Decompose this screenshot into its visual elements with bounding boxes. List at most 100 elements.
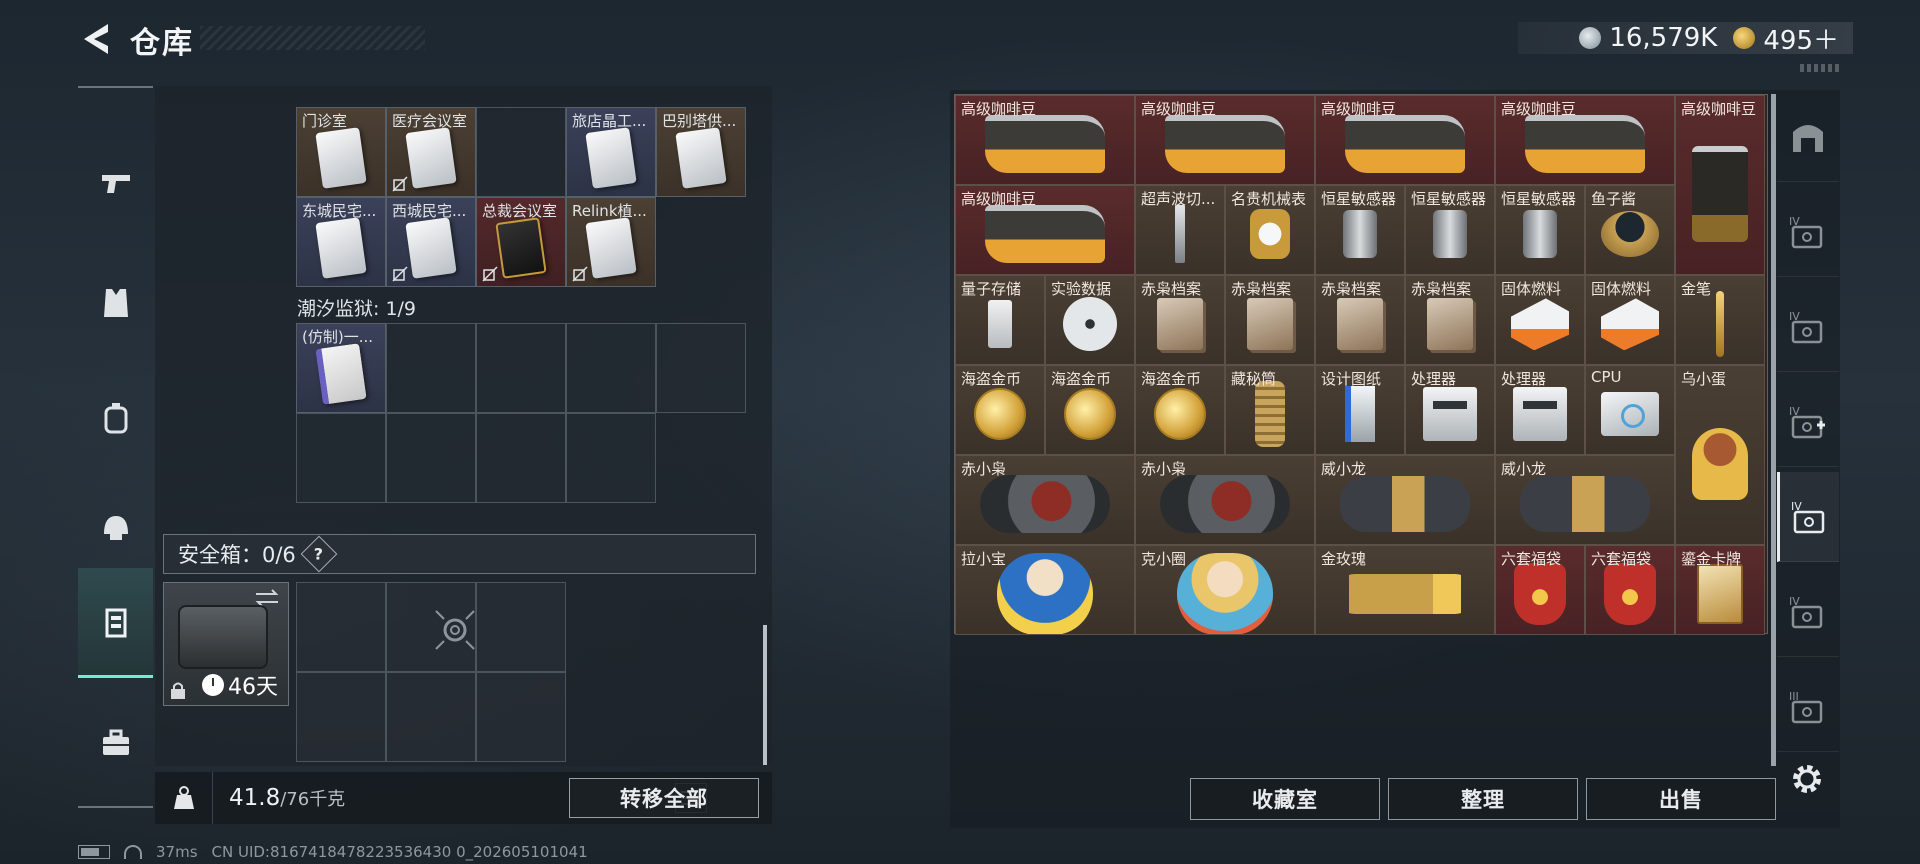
container-item[interactable]: 高级咖啡豆: [955, 95, 1135, 185]
empty-slot[interactable]: [566, 413, 656, 503]
container-scrollbar[interactable]: [1771, 94, 1776, 766]
container-tab[interactable]: IV: [1777, 187, 1839, 277]
container-item[interactable]: 六套福袋: [1585, 545, 1675, 635]
pistol-icon: [101, 175, 130, 193]
container-item[interactable]: 赤小枭: [1135, 455, 1315, 545]
chip-item-icon: [1601, 392, 1659, 437]
container-item[interactable]: 威小龙: [1315, 455, 1495, 545]
empty-slot[interactable]: [476, 413, 566, 503]
sidebar-item-safebox[interactable]: [78, 568, 153, 678]
keycard-slot[interactable]: 总裁会议室: [476, 197, 566, 287]
keycard-slot[interactable]: 巴别塔供...: [656, 107, 746, 197]
container-item[interactable]: CPU: [1585, 365, 1675, 455]
safebox-slot[interactable]: [476, 582, 566, 672]
item-label: 金笔: [1681, 280, 1712, 298]
empty-slot[interactable]: [386, 323, 476, 413]
container-item[interactable]: 赤枭档案: [1135, 275, 1225, 365]
container-item[interactable]: 恒星敏感器: [1315, 185, 1405, 275]
container-item[interactable]: 量子存储: [955, 275, 1045, 365]
container-item[interactable]: 海盗金币: [1135, 365, 1225, 455]
empty-slot[interactable]: [296, 413, 386, 503]
safebox-slot[interactable]: [476, 672, 566, 762]
prison-keycard-slot[interactable]: (仿制)一...: [296, 323, 386, 413]
container-item[interactable]: 高级咖啡豆: [1675, 95, 1765, 275]
sort-button[interactable]: 整理: [1388, 778, 1578, 820]
container-item[interactable]: 克小圈: [1135, 545, 1315, 635]
sidebar-item-armor[interactable]: [78, 248, 153, 358]
container-item[interactable]: 高级咖啡豆: [955, 185, 1135, 275]
container-item[interactable]: 海盗金币: [1045, 365, 1135, 455]
container-item[interactable]: 超声波切...: [1135, 185, 1225, 275]
container-item[interactable]: 乌小蛋: [1675, 365, 1765, 545]
container-item[interactable]: 鎏金卡牌: [1675, 545, 1765, 635]
keycard-slot[interactable]: 旅店晶工...: [566, 107, 656, 197]
pen-item-icon: [1716, 291, 1724, 358]
container-item[interactable]: 赤枭档案: [1405, 275, 1495, 365]
container-item[interactable]: 固体燃料: [1585, 275, 1675, 365]
container-item[interactable]: 拉小宝: [955, 545, 1135, 635]
rose-item-icon: [1335, 574, 1475, 615]
container-item-grid[interactable]: 高级咖啡豆 高级咖啡豆 高级咖啡豆 高级咖啡豆 高级咖啡豆 高级咖啡豆 超声波切... 名贵机…: [954, 94, 1768, 635]
safebox-case-slot[interactable]: 46天: [163, 582, 289, 706]
collection-room-button[interactable]: 收藏室: [1190, 778, 1380, 820]
keycard-slot[interactable]: 门诊室: [296, 107, 386, 197]
empty-slot[interactable]: [566, 323, 656, 413]
container-item[interactable]: 实验数据: [1045, 275, 1135, 365]
container-item[interactable]: 固体燃料: [1495, 275, 1585, 365]
sidebar-item-toolbox[interactable]: [78, 688, 153, 798]
keycard-slot[interactable]: 东城民宅...: [296, 197, 386, 287]
container-tab[interactable]: IV: [1777, 377, 1839, 467]
help-button[interactable]: ?: [300, 535, 338, 573]
container-item[interactable]: 赤枭档案: [1315, 275, 1405, 365]
safebox-slot[interactable]: [386, 672, 476, 762]
container-item[interactable]: 高级咖啡豆: [1495, 95, 1675, 185]
gold-currency[interactable]: 495＋: [1733, 20, 1839, 57]
container-item[interactable]: 海盗金币: [955, 365, 1045, 455]
gold-amount[interactable]: 495＋: [1763, 20, 1839, 57]
empty-slot[interactable]: [656, 323, 746, 413]
container-tab[interactable]: III: [1777, 662, 1839, 752]
container-item[interactable]: 处理器: [1405, 365, 1495, 455]
container-item[interactable]: 处理器: [1495, 365, 1585, 455]
sell-button[interactable]: 出售: [1586, 778, 1776, 820]
container-item[interactable]: 设计图纸: [1315, 365, 1405, 455]
weight-bar: 41.8/76千克 转移全部: [155, 772, 772, 824]
container-item[interactable]: 金玫瑰: [1315, 545, 1495, 635]
container-item[interactable]: 赤枭档案: [1225, 275, 1315, 365]
keycard-slot[interactable]: 医疗会议室: [386, 107, 476, 197]
item-label: 赤枭档案: [1321, 280, 1382, 298]
container-item[interactable]: 赤小枭: [955, 455, 1135, 545]
empty-slot[interactable]: [386, 413, 476, 503]
safebox-slot[interactable]: [296, 582, 386, 672]
safebox-slot[interactable]: [296, 672, 386, 762]
container-item[interactable]: 藏秘筒: [1225, 365, 1315, 455]
back-arrow-icon[interactable]: [78, 20, 112, 58]
empty-slot[interactable]: [476, 323, 566, 413]
sidebar-item-weapon[interactable]: [78, 128, 153, 238]
sidebar-item-backpack[interactable]: [78, 363, 153, 473]
container-item[interactable]: 威小龙: [1495, 455, 1675, 545]
container-item[interactable]: 恒星敏感器: [1495, 185, 1585, 275]
container-item[interactable]: 高级咖啡豆: [1135, 95, 1315, 185]
safebox-timer: 46天: [202, 669, 278, 701]
keycard-icon: [675, 127, 727, 189]
keycard-slot[interactable]: 西城民宅...: [386, 197, 476, 287]
container-tab[interactable]: IV: [1777, 567, 1839, 657]
keycard-slot[interactable]: Relink植...: [566, 197, 656, 287]
no-copy-icon: [572, 266, 588, 282]
container-item[interactable]: 鱼子酱: [1585, 185, 1675, 275]
container-item[interactable]: 金笔: [1675, 275, 1765, 365]
container-tab[interactable]: IV: [1777, 472, 1839, 562]
container-item[interactable]: 恒星敏感器: [1405, 185, 1495, 275]
gear-icon[interactable]: [1790, 762, 1824, 796]
container-tab[interactable]: IV: [1777, 282, 1839, 372]
sidebar-item-helmet[interactable]: [78, 473, 153, 583]
container-item[interactable]: 高级咖啡豆: [1315, 95, 1495, 185]
keycard-label: 西城民宅...: [392, 202, 467, 220]
container-item[interactable]: 名贵机械表: [1225, 185, 1315, 275]
container-item[interactable]: 六套福袋: [1495, 545, 1585, 635]
stash-scrollbar[interactable]: [763, 625, 767, 765]
container-tab[interactable]: [1777, 92, 1839, 182]
keycard-slot[interactable]: [476, 107, 566, 197]
transfer-all-button[interactable]: 转移全部: [569, 778, 759, 818]
